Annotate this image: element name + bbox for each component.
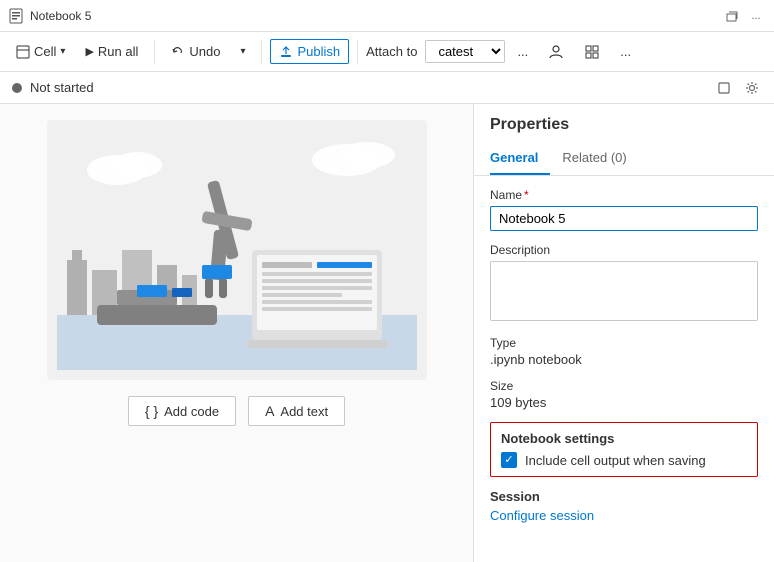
type-label: Type: [490, 336, 758, 350]
separator-3: [357, 40, 358, 64]
include-output-checkbox[interactable]: ✓: [501, 452, 517, 468]
undo-split-button[interactable]: ▾: [232, 42, 253, 61]
toolbar-more-1[interactable]: ...: [509, 40, 536, 63]
name-label: Name*: [490, 188, 758, 202]
notebook-illustration: [47, 120, 427, 380]
status-bar: Not started: [0, 72, 774, 104]
name-field: Name*: [490, 188, 758, 231]
status-dot: [12, 83, 22, 93]
checkbox-row: ✓ Include cell output when saving: [501, 452, 747, 468]
code-icon: { }: [145, 403, 158, 419]
toolbar-grid-icon[interactable]: [576, 40, 608, 64]
cell-chevron-icon: ▾: [60, 46, 65, 57]
description-input[interactable]: [490, 261, 758, 321]
separator-2: [261, 40, 262, 64]
size-field: Size 109 bytes: [490, 379, 758, 410]
check-mark: ✓: [504, 455, 513, 466]
session-title: Session: [490, 489, 758, 504]
session-section: Session Configure session: [490, 489, 758, 523]
type-value: .ipynb notebook: [490, 352, 758, 367]
title-bar: Notebook 5 ...: [0, 0, 774, 32]
tab-general[interactable]: General: [490, 142, 550, 175]
include-output-label: Include cell output when saving: [525, 453, 706, 468]
restore-button[interactable]: [722, 6, 742, 26]
toolbar-user-icon[interactable]: [540, 40, 572, 64]
properties-body: Name* Description Type .ipynb notebook S…: [474, 176, 774, 562]
description-label: Description: [490, 243, 758, 257]
window-title: Notebook 5: [30, 9, 722, 23]
name-input[interactable]: [490, 206, 758, 231]
add-buttons-group: { } Add code A Add text: [128, 396, 345, 426]
right-pane: Properties General Related (0) Name* Des…: [474, 104, 774, 562]
status-square-button[interactable]: [714, 78, 734, 98]
user-icon: [548, 44, 564, 60]
publish-icon: [279, 45, 293, 59]
notebook-settings-section: Notebook settings ✓ Include cell output …: [490, 422, 758, 477]
cell-icon: [16, 45, 30, 59]
text-icon: A: [265, 403, 274, 419]
run-icon: ▶: [85, 45, 93, 58]
name-required: *: [524, 188, 529, 202]
tab-related[interactable]: Related (0): [562, 142, 638, 175]
properties-title: Properties: [474, 104, 774, 134]
size-value: 109 bytes: [490, 395, 758, 410]
add-text-button[interactable]: A Add text: [248, 396, 345, 426]
add-code-button[interactable]: { } Add code: [128, 396, 236, 426]
more-options-button[interactable]: ...: [746, 6, 766, 26]
toolbar: Cell ▾ ▶ Run all Undo ▾ Publish Attach t…: [0, 32, 774, 72]
undo-icon: [171, 45, 185, 59]
properties-tabs: General Related (0): [474, 142, 774, 176]
main-layout: { } Add code A Add text Properties Gener…: [0, 104, 774, 562]
run-all-button[interactable]: ▶ Run all: [77, 40, 146, 63]
illustration-svg: [57, 130, 417, 370]
cell-button[interactable]: Cell ▾: [8, 40, 73, 63]
left-pane: { } Add code A Add text: [0, 104, 474, 562]
type-field: Type .ipynb notebook: [490, 336, 758, 367]
size-label: Size: [490, 379, 758, 393]
notebook-icon: [8, 8, 24, 24]
grid-icon: [584, 44, 600, 60]
toolbar-more-2[interactable]: ...: [612, 40, 639, 63]
description-field: Description: [490, 243, 758, 324]
status-gear-button[interactable]: [742, 78, 762, 98]
configure-session-link[interactable]: Configure session: [490, 508, 758, 523]
undo-button[interactable]: Undo: [163, 40, 228, 63]
attach-label: Attach to: [366, 44, 417, 59]
attach-select[interactable]: catest: [425, 40, 505, 63]
notebook-settings-title: Notebook settings: [501, 431, 747, 446]
publish-button[interactable]: Publish: [270, 39, 349, 64]
separator-1: [154, 40, 155, 64]
chevron-down-icon: ▾: [240, 46, 245, 57]
status-text: Not started: [30, 80, 706, 95]
